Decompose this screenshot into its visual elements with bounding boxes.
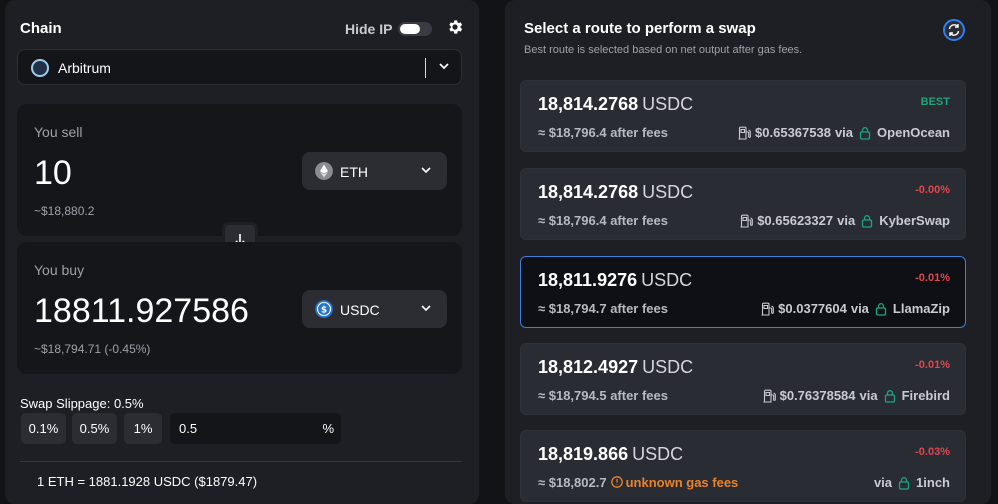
buy-token-selector[interactable]: $ USDC bbox=[302, 290, 447, 328]
slippage-option-0-1[interactable]: 0.1% bbox=[21, 413, 66, 444]
route-card[interactable]: 18,814.2768 USDC -0.00% ≈ $18,796.4 after f… bbox=[520, 168, 966, 240]
routes-title: Select a route to perform a swap bbox=[524, 20, 756, 37]
hide-ip-label: Hide IP bbox=[345, 21, 393, 37]
route-gas-cost: $0.76378584 bbox=[779, 388, 856, 403]
buy-usd-value: ~$18,794.71 (-0.45%) bbox=[34, 342, 151, 356]
refresh-icon bbox=[948, 24, 960, 36]
route-card[interactable]: 18,812.4927 USDC -0.01% ≈ $18,794.5 after f… bbox=[520, 343, 966, 415]
route-diff-badge: -0.01% bbox=[915, 359, 950, 371]
route-net-fees: ≈ $18,794.5 after fees bbox=[538, 388, 668, 403]
hide-ip-toggle[interactable] bbox=[398, 22, 432, 36]
route-diff-badge: -0.03% bbox=[915, 446, 950, 458]
lock-icon bbox=[898, 476, 910, 490]
gas-pump-icon bbox=[738, 126, 751, 140]
lock-icon bbox=[884, 389, 895, 403]
route-net-fees: ≈ $18,796.4 after fees bbox=[538, 213, 668, 228]
route-diff-badge: BEST bbox=[920, 96, 950, 108]
chevron-down-icon[interactable] bbox=[437, 59, 451, 73]
svg-text:$: $ bbox=[321, 306, 327, 316]
gear-icon[interactable] bbox=[446, 18, 464, 36]
route-card[interactable]: 18,814.2768 USDC BEST ≈ $18,796.4 after fee… bbox=[520, 80, 966, 152]
route-unit: USDC bbox=[642, 357, 694, 377]
route-gas-info: $0.65623327 via KyberSwap bbox=[740, 213, 950, 228]
sell-label: You sell bbox=[34, 124, 83, 140]
buy-label: You buy bbox=[34, 262, 85, 278]
route-amount: 18,819.866 USDC bbox=[538, 444, 684, 464]
chevron-down-icon bbox=[421, 167, 431, 174]
route-card[interactable]: 18,819.866 USDC -0.03% ≈ $18,802.7 unknown g… bbox=[520, 430, 966, 502]
chain-label: Chain bbox=[20, 20, 62, 37]
sell-usd-value: ~$18,880.2 bbox=[34, 204, 95, 218]
route-unit: USDC bbox=[632, 444, 684, 464]
lock-icon bbox=[875, 302, 887, 316]
sell-token-name: ETH bbox=[340, 164, 368, 180]
slippage-option-0-5[interactable]: 0.5% bbox=[72, 413, 117, 444]
route-gas-cost: $0.65367538 bbox=[755, 125, 831, 140]
route-unit: USDC bbox=[641, 270, 693, 290]
slippage-input-suffix: % bbox=[322, 421, 334, 436]
route-gas-info: $0.65367538 via OpenOcean bbox=[738, 125, 950, 140]
slippage-input[interactable]: 0.5 % bbox=[170, 413, 341, 444]
route-diff-badge: -0.01% bbox=[915, 272, 950, 284]
gas-pump-icon bbox=[740, 214, 754, 228]
warning-icon bbox=[610, 476, 623, 488]
unknown-gas-label: unknown gas fees bbox=[625, 475, 739, 490]
route-amount: 18,814.2768 USDC bbox=[538, 94, 694, 114]
buy-amount: 18811.927586 bbox=[34, 292, 249, 330]
lock-icon bbox=[862, 214, 873, 228]
route-via-label: via bbox=[834, 125, 854, 140]
route-dex-name: KyberSwap bbox=[879, 213, 950, 228]
route-via-label: via bbox=[859, 388, 878, 403]
route-via-label: via bbox=[850, 301, 869, 316]
buy-box: You buy 18811.927586 ~$18,794.71 (-0.45%… bbox=[17, 242, 462, 374]
chain-divider bbox=[425, 58, 426, 78]
route-amount: 18,812.4927 USDC bbox=[538, 357, 694, 377]
route-net-fees: ≈ $18,796.4 after fees bbox=[538, 125, 668, 140]
route-diff-badge: -0.00% bbox=[915, 184, 950, 196]
buy-token-name: USDC bbox=[340, 302, 380, 318]
chain-selector[interactable]: Arbitrum bbox=[17, 49, 462, 85]
route-gas-info: $0.76378584 via Firebird bbox=[763, 388, 950, 403]
chain-name: Arbitrum bbox=[58, 60, 111, 76]
route-via-label: via bbox=[837, 213, 856, 228]
divider bbox=[20, 461, 462, 462]
sell-token-selector[interactable]: ETH bbox=[302, 152, 447, 190]
slippage-option-1[interactable]: 1% bbox=[124, 413, 162, 444]
route-unit: USDC bbox=[642, 182, 694, 202]
route-net-fees: ≈ $18,802.7 unknown gas fees bbox=[538, 475, 739, 490]
eth-icon bbox=[315, 162, 333, 180]
sell-box: You sell 10 ~$18,880.2 ETH bbox=[17, 104, 462, 236]
exchange-rate: 1 ETH = 1881.1928 USDC ($1879.47) bbox=[37, 474, 258, 489]
sell-amount-input[interactable]: 10 bbox=[34, 154, 72, 193]
slippage-input-value: 0.5 bbox=[179, 421, 198, 436]
toggle-knob bbox=[400, 24, 420, 34]
usdc-icon: $ bbox=[315, 300, 333, 318]
routes-subtitle: Best route is selected based on net outp… bbox=[524, 44, 803, 56]
gas-pump-icon bbox=[761, 302, 775, 316]
route-amount: 18,811.9276 USDC bbox=[538, 270, 693, 290]
refresh-button[interactable] bbox=[943, 19, 965, 41]
route-unit: USDC bbox=[642, 94, 694, 114]
swap-panel: Chain Hide IP Arbitrum You sell 10 ~$18,… bbox=[5, 0, 479, 504]
arbitrum-logo-icon bbox=[31, 59, 49, 77]
gas-pump-icon bbox=[763, 389, 776, 403]
routes-panel: Select a route to perform a swap Best ro… bbox=[505, 0, 991, 504]
route-net-fees: ≈ $18,794.7 after fees bbox=[538, 301, 668, 316]
route-gas-info: $0.0377604 via LlamaZip bbox=[761, 301, 950, 316]
route-card[interactable]: 18,811.9276 USDC -0.01% ≈ $18,794.7 after f… bbox=[520, 256, 966, 328]
route-gas-info: via 1inch bbox=[874, 475, 950, 490]
route-dex-name: OpenOcean bbox=[877, 125, 950, 140]
route-amount: 18,814.2768 USDC bbox=[538, 182, 694, 202]
route-via-label: via bbox=[873, 475, 893, 490]
slippage-label: Swap Slippage: 0.5% bbox=[20, 396, 144, 411]
route-dex-name: 1inch bbox=[916, 475, 950, 490]
route-gas-cost: $0.0377604 bbox=[778, 301, 847, 316]
lock-icon bbox=[859, 126, 871, 140]
chevron-down-icon bbox=[421, 305, 431, 312]
route-dex-name: Firebird bbox=[901, 388, 950, 403]
route-gas-cost: $0.65623327 bbox=[757, 213, 834, 228]
route-dex-name: LlamaZip bbox=[892, 301, 950, 316]
